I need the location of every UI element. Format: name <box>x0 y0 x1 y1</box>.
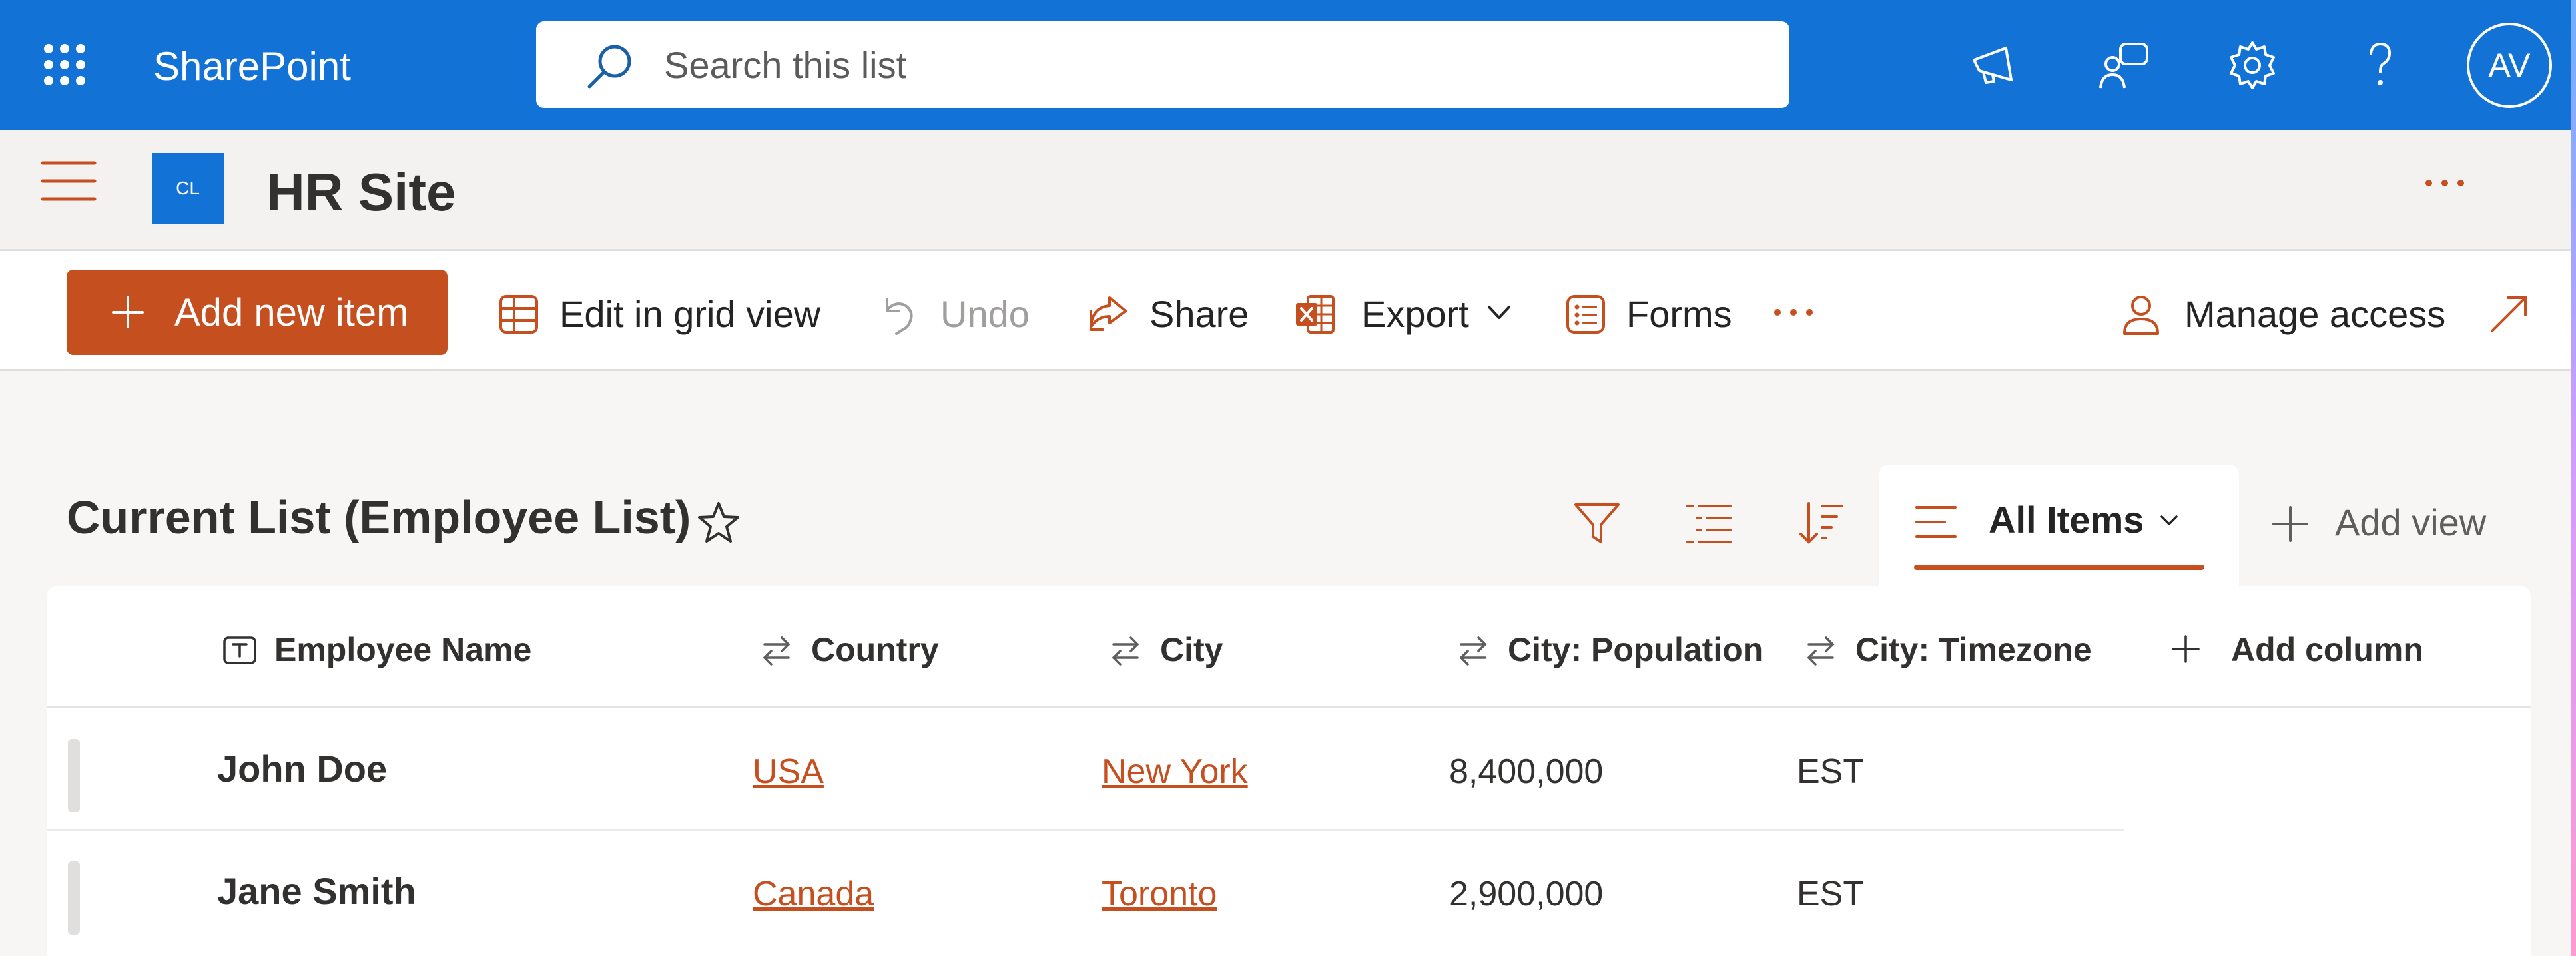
column-header-label: City: Population <box>1508 631 1764 668</box>
table-header: Employee Name Country City City: Populat… <box>47 586 2531 708</box>
plus-icon <box>2271 505 2310 543</box>
forms-button[interactable]: Forms <box>1565 270 1732 355</box>
more-icon[interactable] <box>2423 170 2467 196</box>
table-row[interactable]: John Doe USA New York 8,400,000 EST <box>47 708 2124 831</box>
more-commands-icon[interactable] <box>1771 270 1815 355</box>
suite-bar: SharePoint AV <box>0 0 2576 130</box>
site-title[interactable]: HR Site <box>266 160 456 224</box>
column-header-city[interactable]: City <box>1108 624 1308 675</box>
excel-icon <box>1295 294 1336 335</box>
plus-icon <box>2168 632 2203 666</box>
column-header-city-population[interactable]: City: Population <box>1456 624 1764 675</box>
country-link[interactable]: Canada <box>753 873 874 915</box>
hamburger-menu-icon[interactable] <box>40 158 97 204</box>
view-selector-all-items[interactable]: All Items <box>1879 465 2239 591</box>
share-button[interactable]: Share <box>1087 270 1249 355</box>
manage-access-button[interactable]: Manage access <box>2120 270 2445 355</box>
favorite-star-icon[interactable] <box>697 501 741 545</box>
row-selection-handle[interactable] <box>68 861 80 935</box>
forms-icon <box>1565 294 1606 335</box>
column-header-label: Employee Name <box>274 631 532 668</box>
chevron-down-icon <box>1486 303 1512 323</box>
add-new-item-label: Add new item <box>174 291 409 334</box>
expand-icon[interactable] <box>2488 270 2535 355</box>
list-title: Current List (Employee List) <box>67 491 691 543</box>
add-column-button[interactable]: Add column <box>2168 624 2448 675</box>
site-header: CL HR Site <box>0 130 2576 251</box>
row-selection-handle[interactable] <box>68 739 80 812</box>
employee-name-cell[interactable]: John Doe <box>217 748 387 790</box>
search-input[interactable] <box>664 35 1743 95</box>
command-bar: Add new item Edit in grid view Undo Shar… <box>0 251 2576 371</box>
export-label: Export <box>1361 293 1469 335</box>
city-link[interactable]: Toronto <box>1102 873 1217 915</box>
export-button[interactable]: Export <box>1295 270 1521 355</box>
manage-access-label: Manage access <box>2184 293 2446 335</box>
grid-icon <box>498 294 539 335</box>
column-header-city-timezone[interactable]: City: Timezone <box>1803 624 2110 675</box>
sort-icon[interactable] <box>1795 498 1846 549</box>
column-header-label: City: Timezone <box>1855 631 2092 668</box>
timezone-cell: EST <box>1797 875 1865 913</box>
avatar[interactable]: AV <box>2467 23 2552 108</box>
gear-icon[interactable] <box>2226 39 2279 92</box>
column-header-employee-name[interactable]: Employee Name <box>222 624 569 675</box>
add-new-item-button[interactable]: Add new item <box>67 270 448 355</box>
help-icon[interactable] <box>2354 39 2407 92</box>
filter-icon[interactable] <box>1572 498 1622 549</box>
city-link[interactable]: New York <box>1102 751 1248 792</box>
search-icon <box>584 41 635 92</box>
undo-icon <box>878 294 919 335</box>
lookup-icon <box>1803 634 1838 667</box>
population-cell: 2,900,000 <box>1449 875 1604 913</box>
app-launcher-icon[interactable] <box>43 43 87 87</box>
app-name[interactable]: SharePoint <box>153 43 351 91</box>
country-link[interactable]: USA <box>753 751 824 792</box>
list-table: Employee Name Country City City: Populat… <box>47 586 2531 956</box>
chat-icon[interactable] <box>2098 39 2151 92</box>
view-name: All Items <box>1989 499 2144 541</box>
add-column-label: Add column <box>2231 631 2423 668</box>
forms-label: Forms <box>1626 293 1732 335</box>
plus-icon <box>111 295 145 330</box>
edit-grid-view-button[interactable]: Edit in grid view <box>498 270 831 355</box>
share-icon <box>1087 294 1128 335</box>
lookup-icon <box>1456 634 1490 667</box>
person-icon <box>2120 294 2162 335</box>
search-box <box>536 21 1789 108</box>
population-cell: 8,400,000 <box>1449 752 1604 791</box>
edit-grid-view-label: Edit in grid view <box>559 293 821 335</box>
group-by-icon[interactable] <box>1684 498 1734 549</box>
timezone-cell: EST <box>1797 752 1865 791</box>
employee-name-cell[interactable]: Jane Smith <box>217 871 416 912</box>
site-logo[interactable]: CL <box>152 153 224 224</box>
lookup-icon <box>759 634 794 667</box>
table-row[interactable]: Jane Smith Canada Toronto 2,900,000 EST <box>47 831 2124 953</box>
megaphone-icon[interactable] <box>1969 39 2022 92</box>
text-field-icon <box>222 634 257 667</box>
column-header-country[interactable]: Country <box>759 624 1026 675</box>
active-view-underline <box>1914 565 2204 570</box>
column-header-label: Country <box>811 631 939 668</box>
lookup-icon <box>1108 634 1143 667</box>
share-label: Share <box>1149 293 1249 335</box>
undo-label: Undo <box>940 293 1030 335</box>
column-header-label: City <box>1160 631 1223 668</box>
undo-button[interactable]: Undo <box>878 270 1044 355</box>
add-view-label: Add view <box>2335 501 2487 543</box>
chevron-down-icon <box>2158 509 2180 531</box>
window-edge <box>2571 0 2576 956</box>
list-view-icon <box>1914 501 1958 545</box>
